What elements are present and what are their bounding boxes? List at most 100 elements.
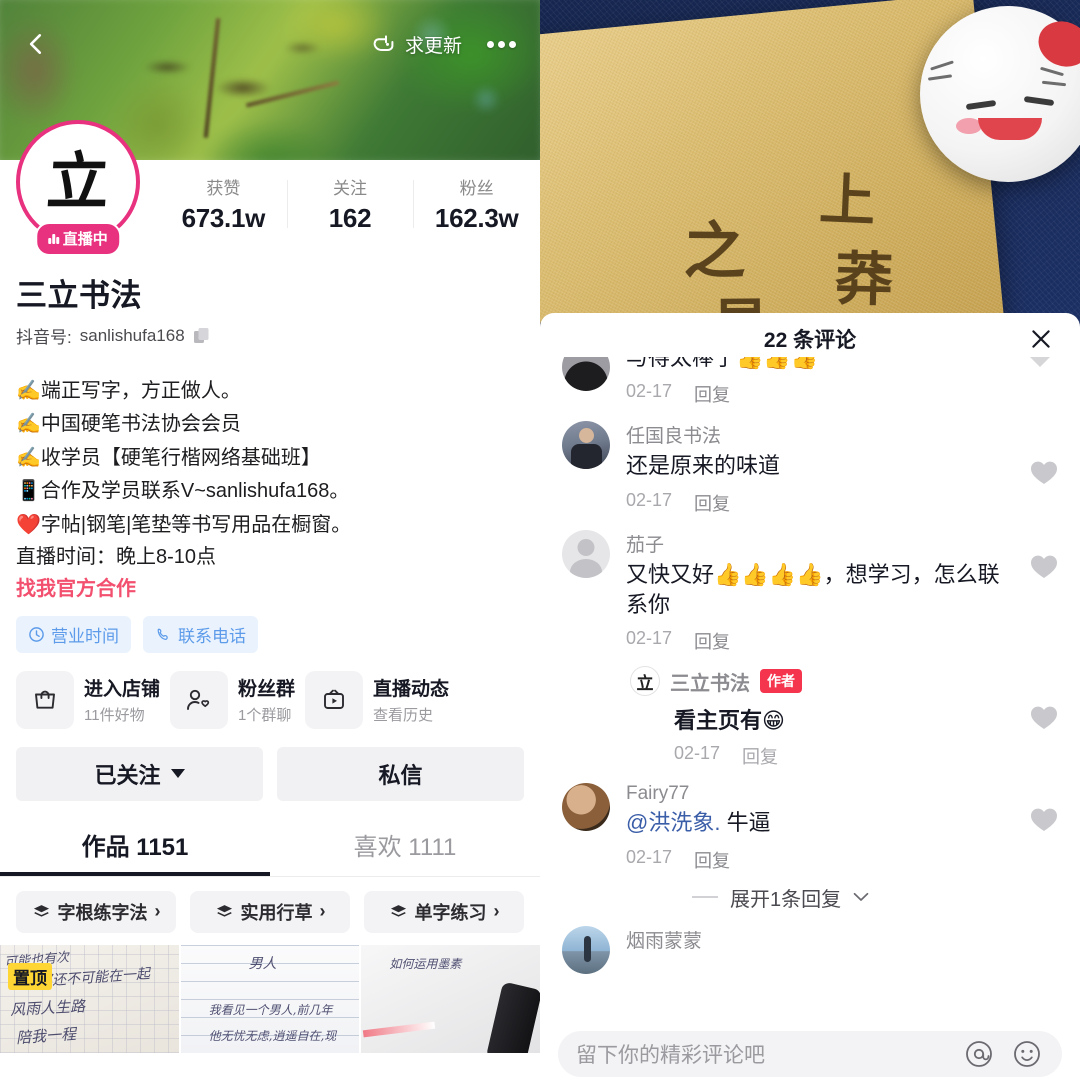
bio-text-2: 中国硬笔书法协会会员 bbox=[41, 413, 241, 435]
comment-author-name[interactable]: 任国良书法 bbox=[626, 421, 1012, 448]
reply-button[interactable]: 回复 bbox=[694, 628, 730, 654]
like-comment-button[interactable] bbox=[1030, 460, 1058, 486]
follow-button[interactable]: 已关注 bbox=[16, 747, 263, 801]
video-thumb-2[interactable]: 男人 我看见一个男人,前几年 他无忧无虑,逍遥自在,现 bbox=[181, 945, 360, 1053]
close-icon bbox=[1030, 328, 1052, 350]
comment-meta: 02-17 回复 bbox=[626, 847, 1012, 873]
collections-row: 字根练字法 › 实用行草 › 单字练习 › bbox=[0, 877, 540, 945]
live-badge[interactable]: 直播中 bbox=[35, 222, 121, 256]
stat-likes[interactable]: 获赞 673.1w bbox=[160, 174, 287, 234]
video-thumb-2-hw3: 他无忧无虑,逍遥自在,现 bbox=[209, 1027, 337, 1044]
more-options-button[interactable] bbox=[478, 24, 524, 64]
heart-icon bbox=[1030, 460, 1058, 486]
stat-followers[interactable]: 粉丝 162.3w bbox=[413, 174, 540, 234]
quick-action-fangroup-text: 粉丝群 1个群聊 bbox=[238, 674, 295, 725]
video-thumb-3-hw1: 如何运用墨素 bbox=[389, 955, 461, 972]
heart-icon bbox=[1030, 807, 1058, 833]
comment-input[interactable]: 留下你的精彩评论吧 bbox=[558, 1031, 1062, 1077]
shop-bag-icon bbox=[16, 671, 74, 729]
avatar[interactable]: 立 直播中 bbox=[16, 120, 140, 244]
reply-button[interactable]: 回复 bbox=[694, 847, 730, 873]
comment-body: 任国良书法 还是原来的味道 02-17 回复 bbox=[626, 421, 1058, 515]
like-comment-button[interactable] bbox=[1030, 807, 1058, 833]
copy-icon[interactable] bbox=[193, 327, 211, 345]
tab-works[interactable]: 作品 1151 bbox=[0, 819, 270, 876]
comment-body: Fairy77 @洪洗象. 牛逼 02-17 回复 展开1条回复 bbox=[626, 783, 1058, 911]
avatar[interactable] bbox=[562, 783, 610, 831]
business-hours-tag[interactable]: 营业时间 bbox=[16, 616, 131, 653]
tab-likes[interactable]: 喜欢 1111 bbox=[270, 819, 540, 876]
like-reply-button[interactable] bbox=[1030, 705, 1058, 731]
avatar[interactable] bbox=[562, 357, 610, 391]
bio-emoji-1: ✍️ bbox=[16, 378, 41, 402]
message-button-label: 私信 bbox=[378, 758, 422, 790]
reply-button[interactable]: 回复 bbox=[694, 490, 730, 516]
comment-text: 与得太棒了👍👍👍 bbox=[626, 357, 1012, 373]
stat-following-value: 162 bbox=[287, 203, 414, 234]
contact-phone-tag[interactable]: 联系电话 bbox=[143, 616, 258, 653]
stack-icon bbox=[32, 903, 51, 920]
comment-reply: 立 三立书法 作者 看主页有😁 02-17 回复 bbox=[626, 666, 1012, 769]
stat-following[interactable]: 关注 162 bbox=[287, 174, 414, 234]
fan-group-icon bbox=[170, 671, 228, 729]
avatar[interactable] bbox=[562, 530, 610, 578]
avatar[interactable]: 立 bbox=[630, 666, 660, 696]
stat-followers-value: 162.3w bbox=[413, 203, 540, 234]
quick-action-live-text: 直播动态 查看历史 bbox=[373, 674, 449, 725]
profile-pane: 求更新 立 直播中 bbox=[0, 0, 540, 1080]
stat-followers-label: 粉丝 bbox=[413, 174, 540, 199]
comment-mention[interactable]: @洪洗象. bbox=[626, 810, 720, 835]
page-title: 三立书法 bbox=[16, 270, 524, 315]
bio-line-4: 📱合作及学员联系V~sanlishufa168。 bbox=[16, 474, 524, 507]
video-thumb-2-hw2: 我看见一个男人,前几年 bbox=[209, 1001, 333, 1018]
avatar[interactable] bbox=[562, 421, 610, 469]
comment-author-name[interactable]: 烟雨蒙蒙 bbox=[626, 926, 1012, 953]
phone-icon bbox=[155, 626, 172, 643]
quick-action-live[interactable]: 直播动态 查看历史 bbox=[305, 671, 449, 729]
quick-action-fangroup[interactable]: 粉丝群 1个群聊 bbox=[170, 671, 295, 729]
bio-line-2: ✍️中国硬笔书法协会会员 bbox=[16, 407, 524, 440]
comment-reply-author[interactable]: 三立书法 bbox=[670, 667, 750, 696]
video-grid: 可能也有次 那还不可能在一起 风雨人生路 陪我一程 置顶 男人 我看见一个男人,… bbox=[0, 945, 540, 1053]
comment-reply-date: 02-17 bbox=[674, 743, 720, 769]
cat-mouth bbox=[978, 118, 1042, 140]
reply-button[interactable]: 回复 bbox=[742, 743, 778, 769]
comment-author-name[interactable]: 茄子 bbox=[626, 530, 1012, 557]
bio-text-4: 合作及学员联系V~sanlishufa168。 bbox=[41, 480, 349, 502]
comments-list[interactable]: 与得太棒了👍👍👍 02-17 回复 任国良书 bbox=[540, 357, 1080, 1028]
like-comment-button[interactable] bbox=[1030, 554, 1058, 580]
douyin-id-row[interactable]: 抖音号: sanlishufa168 bbox=[16, 323, 524, 348]
stats-row: 获赞 673.1w 关注 162 粉丝 162.3w bbox=[160, 174, 540, 234]
comment-text-rest: 牛逼 bbox=[720, 810, 770, 835]
collection-chip-2[interactable]: 实用行草 › bbox=[190, 891, 350, 933]
back-button[interactable] bbox=[16, 24, 56, 64]
collection-chip-1-label: 字根练字法 bbox=[58, 899, 148, 925]
comment-body: 烟雨蒙蒙 bbox=[626, 926, 1058, 974]
message-button[interactable]: 私信 bbox=[277, 747, 524, 801]
reply-button[interactable]: 回复 bbox=[694, 381, 730, 407]
bio-emoji-3: ✍️ bbox=[16, 445, 41, 469]
video-thumb-3[interactable]: 如何运用墨素 bbox=[361, 945, 540, 1053]
heart-icon[interactable] bbox=[1024, 357, 1056, 367]
at-icon[interactable] bbox=[962, 1037, 996, 1071]
request-update-label: 求更新 bbox=[405, 31, 462, 58]
collection-chip-1[interactable]: 字根练字法 › bbox=[16, 891, 176, 933]
avatar[interactable] bbox=[562, 926, 610, 974]
quick-action-shop[interactable]: 进入店铺 11件好物 bbox=[16, 671, 160, 729]
comments-count-title: 22 条评论 bbox=[764, 324, 856, 354]
comment-author-name[interactable]: Fairy77 bbox=[626, 783, 1012, 805]
follow-button-label: 已关注 bbox=[94, 758, 160, 790]
expand-replies-button[interactable]: 展开1条回复 bbox=[692, 883, 1012, 912]
stack-icon-3 bbox=[389, 903, 408, 920]
emoji-icon[interactable] bbox=[1010, 1037, 1044, 1071]
collection-chip-3[interactable]: 单字练习 › bbox=[364, 891, 524, 933]
video-thumb-1[interactable]: 可能也有次 那还不可能在一起 风雨人生路 陪我一程 置顶 bbox=[0, 945, 179, 1053]
profile-tabs: 作品 1151 喜欢 1111 bbox=[0, 819, 540, 876]
close-comments-button[interactable] bbox=[1024, 322, 1058, 356]
collection-chip-3-label: 单字练习 bbox=[415, 899, 487, 925]
request-update-button[interactable]: 求更新 bbox=[371, 31, 462, 58]
avatar-glyph: 立 bbox=[45, 151, 111, 213]
quick-action-fangroup-subtitle: 1个群聊 bbox=[238, 704, 295, 725]
pointing-hand-icon bbox=[371, 32, 397, 56]
business-tags-row: 营业时间 联系电话 bbox=[0, 606, 540, 653]
